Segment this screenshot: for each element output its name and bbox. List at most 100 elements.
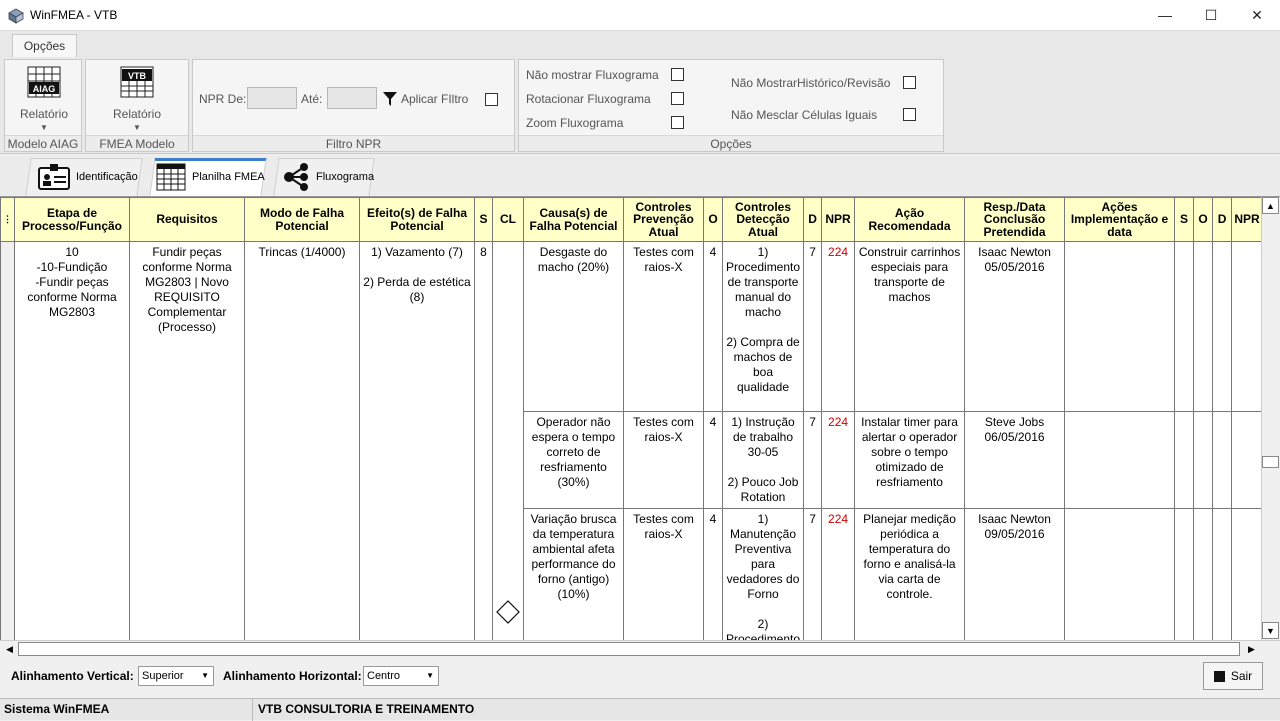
cell-d2[interactable] <box>1212 411 1233 509</box>
apply-filter-label[interactable]: Aplicar FIltro <box>401 92 468 106</box>
cell-resp[interactable]: Isaac Newton 09/05/2016 <box>964 508 1066 651</box>
cell-etapa[interactable]: 10 -10-Fundição -Fundir peças conforme N… <box>14 241 130 651</box>
fmea-table: ⋮ Etapa de Processo/Função Requisitos Mo… <box>0 197 1264 651</box>
cell-acoes-impl[interactable] <box>1064 411 1176 509</box>
close-button[interactable]: ✕ <box>1234 0 1280 30</box>
cell-ocorrencia[interactable]: 4 <box>703 241 723 412</box>
cell-o2[interactable] <box>1193 411 1214 509</box>
cell-ocorrencia[interactable]: 4 <box>703 411 723 509</box>
minimize-button[interactable]: — <box>1142 0 1188 30</box>
option-checkbox-no-merge[interactable] <box>903 108 916 121</box>
column-header[interactable]: NPR <box>1231 197 1264 242</box>
grid-header-row: ⋮ Etapa de Processo/Função Requisitos Mo… <box>0 197 1264 242</box>
column-header[interactable]: O <box>1193 197 1214 242</box>
column-header[interactable]: D <box>1212 197 1233 242</box>
cell-requisitos[interactable]: Fundir peças conforme Norma MG2803 | Nov… <box>129 241 245 651</box>
cell-modo-falha[interactable]: Trincas (1/4000) <box>244 241 360 651</box>
cell-d2[interactable] <box>1212 241 1233 412</box>
cell-d[interactable]: 7 <box>803 411 823 509</box>
npr-from-input[interactable] <box>247 87 297 109</box>
cell-s2[interactable] <box>1174 411 1195 509</box>
cell-d[interactable]: 7 <box>803 241 823 412</box>
tab-identificacao[interactable]: Identificação <box>38 158 138 196</box>
cell-causa[interactable]: Operador não espera o tempo correto de r… <box>523 411 624 509</box>
option-checkbox-no-history[interactable] <box>903 76 916 89</box>
tab-fluxograma[interactable]: Fluxograma <box>284 158 374 196</box>
scroll-up-icon[interactable]: ▲ <box>1262 197 1279 214</box>
cell-d[interactable]: 7 <box>803 508 823 651</box>
cell-causa[interactable]: Variação brusca da temperatura ambiental… <box>523 508 624 651</box>
cell-deteccao[interactable]: 1) Manutenção Preventiva para vedadores … <box>721 508 805 651</box>
cell-cl[interactable] <box>492 241 524 651</box>
cell-deteccao[interactable]: 1) Procedimento de transporte manual do … <box>721 241 805 412</box>
cell-efeito[interactable]: 1) Vazamento (7) 2) Perda de estética (8… <box>359 241 475 651</box>
vtb-report-button[interactable]: VTB Relatório ▼ <box>102 66 172 132</box>
horizontal-align-select[interactable]: Centro ▼ <box>363 666 439 686</box>
cell-npr2[interactable] <box>1231 508 1264 651</box>
column-header[interactable]: Efeito(s) de Falha Potencial <box>359 197 475 242</box>
option-label-rotate-flowchart: Rotacionar Fluxograma <box>526 92 651 106</box>
column-header[interactable]: Causa(s) de Falha Potencial <box>523 197 624 242</box>
cell-resp[interactable]: Steve Jobs 06/05/2016 <box>964 411 1066 509</box>
vertical-align-select[interactable]: Superior ▼ <box>138 666 214 686</box>
column-header[interactable]: Controles Prevenção Atual <box>623 197 704 242</box>
cell-o2[interactable] <box>1193 508 1214 651</box>
cell-resp[interactable]: Isaac Newton 05/05/2016 <box>964 241 1066 412</box>
column-header[interactable]: Modo de Falha Potencial <box>244 197 360 242</box>
cell-npr[interactable]: 224 <box>821 241 856 412</box>
group-label-aiag: Modelo AIAG <box>5 135 81 151</box>
row-selector-header[interactable]: ⋮ <box>0 197 15 242</box>
maximize-button[interactable]: ☐ <box>1188 0 1234 30</box>
cell-prevencao[interactable]: Testes com raios-X <box>623 241 704 412</box>
exit-button[interactable]: Sair <box>1203 662 1263 690</box>
cell-severidade[interactable]: 8 <box>474 241 493 651</box>
column-header[interactable]: Ação Recomendada <box>854 197 966 242</box>
tab-planilha-fmea[interactable]: Planilha FMEA <box>156 158 265 196</box>
column-header[interactable]: Requisitos <box>129 197 245 242</box>
column-header[interactable]: S <box>1174 197 1195 242</box>
cell-acoes-impl[interactable] <box>1064 241 1176 412</box>
cell-acoes-impl[interactable] <box>1064 508 1176 651</box>
cell-o2[interactable] <box>1193 241 1214 412</box>
vertical-scroll-thumb[interactable] <box>1262 456 1279 468</box>
option-checkbox-zoom-flowchart[interactable] <box>671 116 684 129</box>
row-selector[interactable] <box>0 241 15 651</box>
cell-npr2[interactable] <box>1231 411 1264 509</box>
horizontal-scrollbar[interactable]: ◀ ▶ <box>0 640 1280 657</box>
ribbon-body: AIAG Relatório ▼ Modelo AIAG VTB Relatór… <box>0 57 1280 167</box>
npr-to-input[interactable] <box>327 87 377 109</box>
fmea-grid: ⋮ Etapa de Processo/Função Requisitos Mo… <box>0 196 1280 657</box>
cell-acao[interactable]: Construir carrinhos especiais para trans… <box>854 241 966 412</box>
aiag-report-button[interactable]: AIAG Relatório ▼ <box>9 66 79 132</box>
horizontal-scroll-thumb[interactable] <box>18 642 1240 656</box>
column-header[interactable]: NPR <box>821 197 856 242</box>
cell-causa[interactable]: Desgaste do macho (20%) <box>523 241 624 412</box>
cell-d2[interactable] <box>1212 508 1233 651</box>
cell-npr[interactable]: 224 <box>821 411 856 509</box>
column-header[interactable]: Resp./Data Conclusão Pretendida <box>964 197 1066 242</box>
cell-prevencao[interactable]: Testes com raios-X <box>623 411 704 509</box>
column-header[interactable]: CL <box>492 197 524 242</box>
status-right: VTB CONSULTORIA E TREINAMENTO <box>258 702 475 716</box>
cell-deteccao[interactable]: 1) Instrução de trabalho 30-05 2) Pouco … <box>721 411 805 509</box>
cell-ocorrencia[interactable]: 4 <box>703 508 723 651</box>
cell-prevencao[interactable]: Testes com raios-X <box>623 508 704 651</box>
option-checkbox-rotate-flowchart[interactable] <box>671 92 684 105</box>
column-header[interactable]: Etapa de Processo/Função <box>14 197 130 242</box>
apply-filter-checkbox[interactable] <box>485 93 498 106</box>
vertical-scrollbar[interactable]: ▲ ▼ <box>1261 197 1280 640</box>
column-header[interactable]: Ações Implementação e data <box>1064 197 1176 242</box>
ribbon-tab-opcoes[interactable]: Opções <box>12 34 77 58</box>
cell-npr[interactable]: 224 <box>821 508 856 651</box>
option-checkbox-no-flowchart[interactable] <box>671 68 684 81</box>
cell-acao[interactable]: Instalar timer para alertar o operador s… <box>854 411 966 509</box>
column-header[interactable]: S <box>474 197 493 242</box>
scroll-down-icon[interactable]: ▼ <box>1262 622 1279 639</box>
cell-acao[interactable]: Planejar medição periódica a temperatura… <box>854 508 966 651</box>
column-header[interactable]: Controles Detecção Atual <box>721 197 805 242</box>
cell-s2[interactable] <box>1174 241 1195 412</box>
column-header[interactable]: O <box>703 197 723 242</box>
column-header[interactable]: D <box>803 197 823 242</box>
cell-npr2[interactable] <box>1231 241 1264 412</box>
cell-s2[interactable] <box>1174 508 1195 651</box>
